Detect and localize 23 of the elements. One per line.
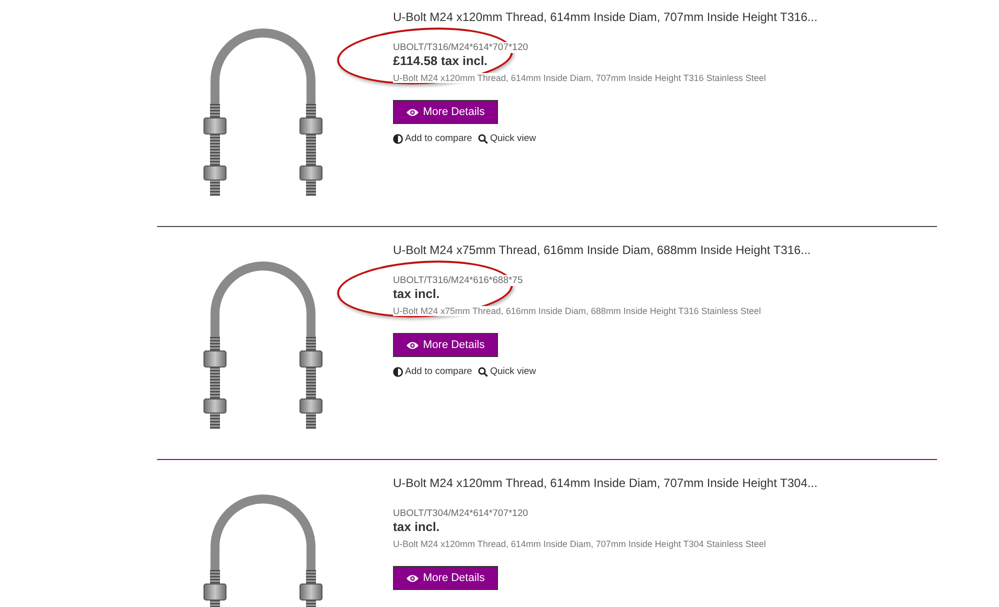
eye-icon: [406, 340, 419, 350]
add-to-compare-link[interactable]: Add to compare: [393, 133, 472, 144]
add-to-compare-link[interactable]: Add to compare: [393, 366, 472, 377]
product-sku: UBOLT/T316/M24*614*707*120: [393, 42, 528, 53]
search-icon: [478, 134, 488, 144]
eye-icon: [406, 574, 419, 582]
product-description: U-Bolt M24 x120mm Thread, 614mm Inside Diam, 707mm Inside Height T304 Stainless Steel: [393, 539, 766, 549]
product-sku: UBOLT/T304/M24*614*707*120: [393, 508, 528, 519]
product-description: U-Bolt M24 x120mm Thread, 614mm Inside Diam, 707mm Inside Height T316 Stainless Steel: [393, 73, 766, 83]
contrast-icon: [393, 134, 403, 144]
eye-icon: [406, 108, 419, 116]
search-icon: [478, 366, 488, 376]
quick-view-link[interactable]: Quick view: [478, 133, 536, 144]
more-details-button[interactable]: More Details: [393, 333, 498, 357]
contrast-icon: [393, 366, 403, 376]
product-title[interactable]: U-Bolt M24 x120mm Thread, 614mm Inside Diam, 707mm Inside Height T316...: [393, 10, 818, 24]
product-description: U-Bolt M24 x75mm Thread, 616mm Inside Diam, 688mm Inside Height T316 Stainless Steel: [393, 306, 761, 316]
more-details-button[interactable]: More Details: [393, 566, 498, 590]
product-sku: UBOLT/T316/M24*616*688*75: [393, 275, 523, 286]
quick-view-link[interactable]: Quick view: [478, 366, 536, 377]
more-details-button[interactable]: More Details: [393, 100, 498, 124]
product-title[interactable]: U-Bolt M24 x120mm Thread, 614mm Inside Diam, 707mm Inside Height T304...: [393, 476, 818, 490]
product-title[interactable]: U-Bolt M24 x75mm Thread, 616mm Inside Diam, 688mm Inside Height T316...: [393, 243, 811, 257]
